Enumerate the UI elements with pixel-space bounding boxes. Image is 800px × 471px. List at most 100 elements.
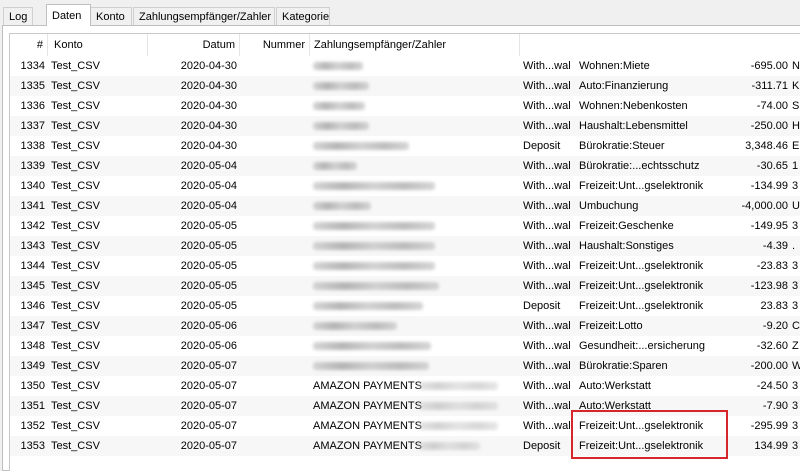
row-extra: 3 — [792, 400, 799, 412]
row-num: 1350 — [20, 380, 45, 392]
row-payee — [310, 76, 520, 96]
row-type: With...wal — [523, 120, 571, 132]
row-type: With...wal — [523, 280, 571, 292]
row-amount: -134.99 — [750, 180, 788, 192]
table-row[interactable]: 1338 Test_CSV 2020-04-30 Deposit Bürokra… — [10, 136, 800, 156]
redacted-payee — [313, 302, 423, 310]
row-payee — [310, 196, 520, 216]
row-type: With...wal — [523, 200, 571, 212]
redacted-payee — [313, 322, 397, 330]
row-account: Test_CSV — [51, 360, 100, 372]
table-row[interactable]: 1344 Test_CSV 2020-05-05 With...wal Frei… — [10, 256, 800, 276]
row-amount: 3,348.46 — [745, 140, 788, 152]
redacted-payee — [313, 362, 429, 370]
row-extra: U — [792, 200, 800, 212]
table-row[interactable]: 1342 Test_CSV 2020-05-05 With...wal Frei… — [10, 216, 800, 236]
row-payee — [310, 256, 520, 276]
tab-konto[interactable]: Konto — [90, 7, 132, 25]
row-payee — [310, 236, 520, 256]
row-category: Bürokratie:Steuer — [579, 140, 665, 152]
redacted-payee — [313, 202, 371, 210]
header-account[interactable]: Konto — [48, 34, 148, 56]
row-date: 2020-05-04 — [180, 180, 237, 192]
row-category: Freizeit:Lotto — [579, 320, 643, 332]
row-account: Test_CSV — [51, 140, 100, 152]
redacted-payee — [313, 242, 435, 250]
row-type: With...wal — [523, 400, 571, 412]
row-account: Test_CSV — [51, 300, 100, 312]
tab-bar: Log Daten Konto Zahlungsempfänger/Zahler… — [0, 0, 800, 28]
row-num: 1342 — [20, 220, 45, 232]
row-account: Test_CSV — [51, 120, 100, 132]
row-payee — [310, 96, 520, 116]
row-type: With...wal — [523, 60, 571, 72]
row-account: Test_CSV — [51, 200, 100, 212]
row-category: Auto:Finanzierung — [579, 80, 669, 92]
redacted-payee-detail — [418, 382, 498, 390]
row-account: Test_CSV — [51, 440, 100, 452]
transactions-table[interactable]: # Konto Datum Nummer Zahlungsempfänger/Z… — [9, 33, 800, 471]
tab-daten[interactable]: Daten — [46, 4, 91, 26]
row-extra: . — [792, 240, 796, 252]
table-row[interactable]: 1336 Test_CSV 2020-04-30 With...wal Wohn… — [10, 96, 800, 116]
row-date: 2020-05-05 — [180, 220, 237, 232]
row-amount: -7.90 — [762, 400, 788, 412]
header-number[interactable]: Nummer — [240, 34, 310, 56]
row-num: 1341 — [20, 200, 45, 212]
table-row[interactable]: 1349 Test_CSV 2020-05-07 With...wal Büro… — [10, 356, 800, 376]
table-row[interactable]: 1335 Test_CSV 2020-04-30 With...wal Auto… — [10, 76, 800, 96]
table-body: 1334 Test_CSV 2020-04-30 With...wal Wohn… — [10, 56, 800, 456]
header-num[interactable]: # — [10, 34, 48, 56]
table-row[interactable]: 1346 Test_CSV 2020-05-05 Deposit Freizei… — [10, 296, 800, 316]
redacted-payee — [313, 62, 363, 70]
row-payee — [310, 296, 520, 316]
row-payee — [310, 156, 520, 176]
table-row[interactable]: 1340 Test_CSV 2020-05-04 With...wal Frei… — [10, 176, 800, 196]
row-account: Test_CSV — [51, 280, 100, 292]
row-amount: -30.65 — [756, 160, 788, 172]
row-amount: -123.98 — [750, 280, 788, 292]
row-category: Freizeit:Unt...gselektronik — [579, 180, 704, 192]
table-row[interactable]: 1339 Test_CSV 2020-05-04 With...wal Büro… — [10, 156, 800, 176]
row-type: With...wal — [523, 380, 571, 392]
header-date[interactable]: Datum — [148, 34, 240, 56]
row-type: With...wal — [523, 100, 571, 112]
tab-zahlungsempfaenger[interactable]: Zahlungsempfänger/Zahler — [133, 7, 275, 25]
row-type: With...wal — [523, 160, 571, 172]
table-row[interactable]: 1348 Test_CSV 2020-05-06 With...wal Gesu… — [10, 336, 800, 356]
table-row[interactable]: 1351 Test_CSV 2020-05-07 AMAZON PAYMENTS… — [10, 396, 800, 416]
row-extra: S — [792, 100, 800, 112]
row-num: 1347 — [20, 320, 45, 332]
row-date: 2020-05-07 — [180, 360, 237, 372]
row-extra: 3 — [792, 220, 799, 232]
row-amount: 134.99 — [754, 440, 788, 452]
redacted-payee — [313, 282, 439, 290]
table-row[interactable]: 1350 Test_CSV 2020-05-07 AMAZON PAYMENTS… — [10, 376, 800, 396]
table-row[interactable]: 1345 Test_CSV 2020-05-05 With...wal Frei… — [10, 276, 800, 296]
table-row[interactable]: 1352 Test_CSV 2020-05-07 AMAZON PAYMENTS… — [10, 416, 800, 436]
tab-log[interactable]: Log — [3, 7, 33, 25]
row-num: 1339 — [20, 160, 45, 172]
row-account: Test_CSV — [51, 80, 100, 92]
row-type: With...wal — [523, 420, 571, 432]
row-num: 1344 — [20, 260, 45, 272]
table-row[interactable]: 1334 Test_CSV 2020-04-30 With...wal Wohn… — [10, 56, 800, 76]
redacted-payee — [313, 342, 431, 350]
table-row[interactable]: 1343 Test_CSV 2020-05-05 With...wal Haus… — [10, 236, 800, 256]
row-date: 2020-04-30 — [180, 120, 237, 132]
tab-kategorie[interactable]: Kategorie — [276, 7, 330, 25]
header-payee[interactable]: Zahlungsempfänger/Zahler — [310, 34, 520, 56]
row-type: With...wal — [523, 180, 571, 192]
table-row[interactable]: 1341 Test_CSV 2020-05-04 With...wal Umbu… — [10, 196, 800, 216]
row-account: Test_CSV — [51, 180, 100, 192]
row-amount: -695.00 — [750, 60, 788, 72]
row-date: 2020-05-07 — [180, 400, 237, 412]
table-row[interactable]: 1337 Test_CSV 2020-04-30 With...wal Haus… — [10, 116, 800, 136]
row-type: Deposit — [523, 440, 561, 452]
table-row[interactable]: 1347 Test_CSV 2020-05-06 With...wal Frei… — [10, 316, 800, 336]
row-amount: -24.50 — [756, 380, 788, 392]
table-row[interactable]: 1353 Test_CSV 2020-05-07 AMAZON PAYMENTS… — [10, 436, 800, 456]
row-date: 2020-05-05 — [180, 280, 237, 292]
tab-kategorie-label: Kategorie — [282, 11, 330, 23]
row-category: Haushalt:Lebensmittel — [579, 120, 688, 132]
